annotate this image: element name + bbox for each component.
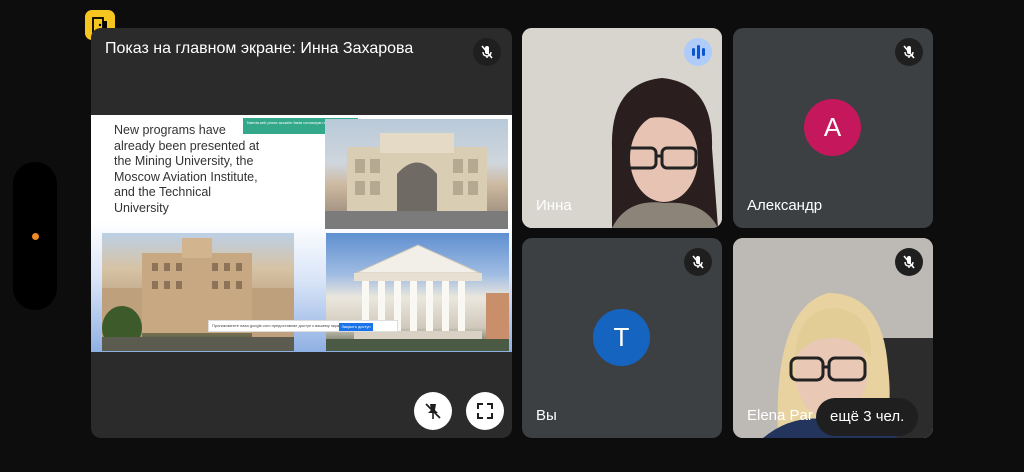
status-dot [31, 232, 39, 240]
mic-off-icon [692, 255, 704, 269]
unpin-icon [425, 403, 441, 419]
mic-off-indicator [473, 38, 501, 66]
mic-off-indicator [895, 38, 923, 66]
participant-name: Инна [536, 197, 572, 214]
fullscreen-icon [477, 403, 493, 419]
unpin-button[interactable] [414, 392, 452, 430]
speaking-indicator [684, 38, 712, 66]
building-photo-1 [325, 119, 508, 229]
participant-tile-inna[interactable]: Инна [522, 28, 722, 228]
avatar: А [804, 99, 861, 156]
shared-slide: New programs have already been presented… [91, 115, 512, 352]
participant-name: Вы [536, 407, 557, 424]
mic-off-indicator [895, 248, 923, 276]
building-photo-3 [326, 233, 509, 351]
avatar: Т [593, 309, 650, 366]
mic-off-icon [481, 45, 493, 59]
mic-off-indicator [684, 248, 712, 276]
participant-name: Александр [747, 197, 823, 214]
presentation-tile[interactable]: Показ на главном экране: Инна Захарова N… [91, 28, 512, 438]
mic-off-icon [903, 45, 915, 59]
building-photo-2 [102, 233, 294, 351]
fullscreen-button[interactable] [466, 392, 504, 430]
slide-text: New programs have already been presented… [114, 123, 260, 215]
participant-tile-you[interactable]: Т Вы [522, 238, 722, 438]
presentation-title: Показ на главном экране: Инна Захарова [105, 40, 414, 57]
participant-name: Elena Par [747, 407, 813, 424]
side-panel-handle[interactable] [13, 162, 57, 310]
mic-off-icon [903, 255, 915, 269]
slide-share-banner-button: Закрыть доступ [339, 323, 373, 331]
participant-tile-alexander[interactable]: А Александр [733, 28, 933, 228]
more-participants-button[interactable]: ещё 3 чел. [816, 398, 919, 436]
